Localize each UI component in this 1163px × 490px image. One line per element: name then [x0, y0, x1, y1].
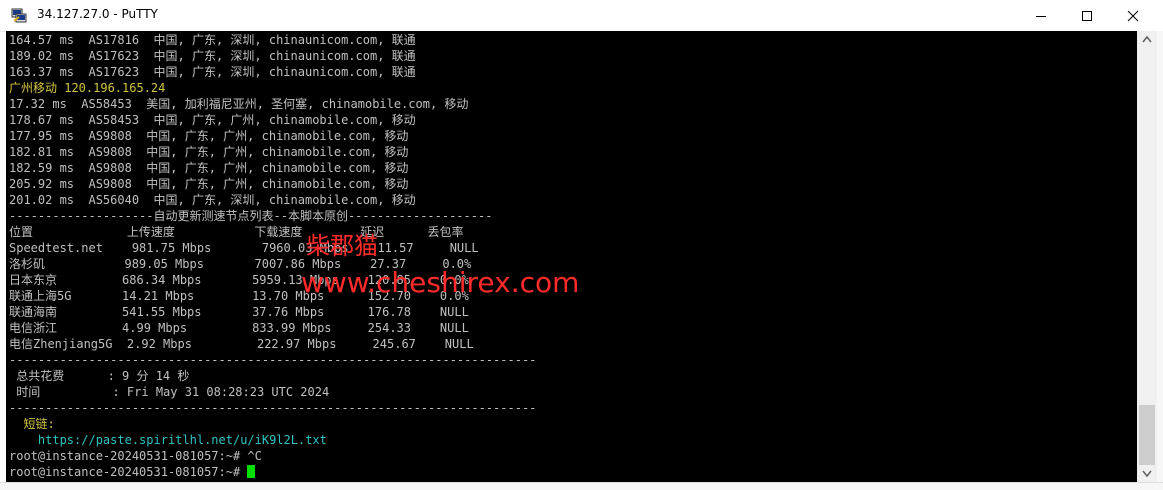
- scroll-up-button[interactable]: [1137, 31, 1157, 48]
- table-row: 电信Zhenjiang5G 2.92 Mbps 222.97 Mbps 245.…: [9, 337, 474, 351]
- terminal-line: 178.67 ms AS58453 中国, 广东, 广州, chinamobil…: [9, 113, 416, 127]
- close-button[interactable]: [1110, 0, 1163, 31]
- timestamp-line: 时间 : Fri May 31 08:28:23 UTC 2024: [9, 385, 330, 399]
- section-heading: 广州移动 120.196.165.24: [9, 81, 166, 95]
- prompt-line: root@instance-20240531-081057:~# ^C: [9, 449, 262, 463]
- terminal-line: 205.92 ms AS9808 中国, 广东, 广州, chinamobile…: [9, 177, 409, 191]
- minimize-icon: [1036, 16, 1046, 17]
- minimize-button[interactable]: [1018, 0, 1064, 31]
- terminal-line: 182.81 ms AS9808 中国, 广东, 广州, chinamobile…: [9, 145, 409, 159]
- window-edge: [1157, 31, 1163, 482]
- divider-line: ----------------------------------------…: [9, 401, 537, 415]
- terminal-line: 164.57 ms AS17816 中国, 广东, 深圳, chinaunico…: [9, 33, 416, 47]
- terminal-line: 201.02 ms AS56040 中国, 广东, 深圳, chinamobil…: [9, 193, 416, 207]
- terminal-output: 164.57 ms AS17816 中国, 广东, 深圳, chinaunico…: [9, 32, 536, 480]
- vertical-scrollbar[interactable]: [1137, 31, 1157, 482]
- terminal-area[interactable]: 164.57 ms AS17816 中国, 广东, 深圳, chinaunico…: [6, 31, 1137, 482]
- window-title: 34.127.27.0 - PuTTY: [37, 7, 158, 21]
- short-link-label: 短链:: [9, 417, 55, 431]
- table-row: Speedtest.net 981.75 Mbps 7960.03 Mbps 1…: [9, 241, 479, 255]
- chevron-up-icon: [1142, 35, 1152, 43]
- divider-line: ----------------------------------------…: [9, 353, 537, 367]
- maximize-icon: [1082, 11, 1092, 21]
- terminal-line: 189.02 ms AS17623 中国, 广东, 深圳, chinaunico…: [9, 49, 416, 63]
- terminal-line: 182.59 ms AS9808 中国, 广东, 广州, chinamobile…: [9, 161, 409, 175]
- text-cursor: [247, 465, 256, 478]
- terminal-line: 177.95 ms AS9808 中国, 广东, 广州, chinamobile…: [9, 129, 409, 143]
- divider-line: --------------------自动更新测速节点列表--本脚本原创---…: [9, 209, 493, 223]
- chevron-down-icon: [1142, 470, 1152, 478]
- maximize-button[interactable]: [1064, 0, 1110, 31]
- close-icon: [1127, 10, 1139, 22]
- scroll-down-button[interactable]: [1137, 465, 1157, 482]
- watermark-url: www.cheshirex.com: [301, 266, 580, 299]
- terminal-line: 163.37 ms AS17623 中国, 广东, 深圳, chinaunico…: [9, 65, 416, 79]
- table-row: 联通海南 541.55 Mbps 37.76 Mbps 176.78 NULL: [9, 305, 469, 319]
- watermark-name: 柴郡猫: [306, 232, 378, 260]
- short-link-url[interactable]: https://paste.spiritlhl.net/u/iK9l2L.txt: [9, 432, 536, 448]
- title-bar[interactable]: 34.127.27.0 - PuTTY: [0, 0, 1163, 32]
- scroll-thumb[interactable]: [1139, 405, 1155, 465]
- total-time-line: 总共花费 : 9 分 14 秒: [9, 369, 190, 383]
- table-header: 位置 上传速度 下载速度 延迟 丢包率: [9, 225, 464, 239]
- table-row: 电信浙江 4.99 Mbps 833.99 Mbps 254.33 NULL: [9, 321, 469, 335]
- putty-icon: [11, 8, 27, 23]
- prompt-text: root@instance-20240531-081057:~#: [9, 465, 248, 479]
- putty-window: 34.127.27.0 - PuTTY 164.57 ms AS17816 中国…: [0, 0, 1163, 490]
- active-prompt-line[interactable]: root@instance-20240531-081057:~#: [9, 464, 536, 480]
- terminal-line: 17.32 ms AS58453 美国, 加利福尼亚州, 圣何塞, chinam…: [9, 97, 469, 111]
